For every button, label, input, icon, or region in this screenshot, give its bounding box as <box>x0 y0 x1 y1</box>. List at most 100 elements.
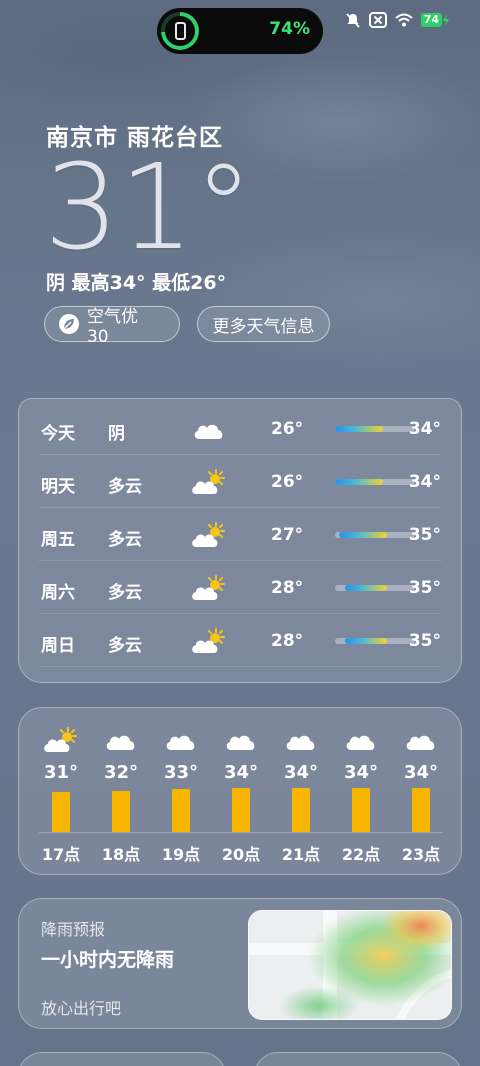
leaf-icon <box>59 314 79 334</box>
daily-row[interactable]: 周六 多云 28° 35° <box>39 561 441 614</box>
battery-charging-icon: 74 <box>420 13 450 27</box>
rain-forecast-card[interactable]: 降雨预报 一小时内无降雨 放心出行吧 <box>18 898 462 1029</box>
more-weather-button[interactable]: 更多天气信息 <box>197 306 330 342</box>
air-quality-chip[interactable]: 空气优 30 <box>44 306 180 347</box>
hourly-time: 20点 <box>221 845 261 864</box>
daily-forecast-card[interactable]: 今天阴 26° 34° 明天 多云 26° 34° 周五 多云 27° 35° 周六 多云 28° 35° 周… <box>18 398 462 683</box>
cloud-icon <box>286 735 315 750</box>
hourly-temp: 32° <box>103 762 139 783</box>
daily-high: 35° <box>408 631 441 651</box>
temp-range-fill <box>339 532 387 538</box>
hourly-time: 18点 <box>101 845 141 864</box>
temp-range-fill <box>344 585 387 591</box>
battery-status-pill[interactable]: 74% <box>157 8 323 54</box>
daily-condition: 多云 <box>108 583 142 603</box>
hourly-item[interactable]: 34° 21点 <box>271 708 331 876</box>
hourly-item[interactable]: 32° 18点 <box>91 708 151 876</box>
daily-day: 周六 <box>41 583 75 603</box>
close-box-icon <box>368 12 387 28</box>
cloud-icon <box>166 735 195 750</box>
wifi-icon <box>395 13 413 27</box>
battery-ring <box>161 12 199 50</box>
hourly-temp: 34° <box>283 762 319 783</box>
daily-day: 周日 <box>41 636 75 656</box>
cloud-icon <box>106 735 135 750</box>
condition-summary: 阴 最高34° 最低26° <box>46 272 227 294</box>
daily-day: 明天 <box>41 477 75 497</box>
hourly-forecast-card[interactable]: 31° 17点 32° 18点 33° 19点 34° 20点 34° 21点 34° 22点 34° 2… <box>18 707 462 875</box>
hourly-temp-bar <box>232 787 250 832</box>
hourly-temp-bar <box>172 789 190 832</box>
daily-high: 35° <box>408 525 441 545</box>
phone-icon <box>174 22 186 40</box>
cloud-icon <box>346 735 375 750</box>
hourly-temp-bar <box>412 787 430 832</box>
cloud-icon <box>226 735 255 750</box>
rain-headline: 一小时内无降雨 <box>41 949 175 971</box>
partly-cloudy-icon <box>192 575 225 600</box>
bottom-card-right[interactable] <box>254 1052 462 1066</box>
hourly-temp: 31° <box>43 762 79 783</box>
temp-range-bar <box>335 638 415 644</box>
partly-cloudy-icon <box>192 628 225 653</box>
temp-range-bar <box>335 426 415 432</box>
rain-subtitle: 放心出行吧 <box>41 999 122 1018</box>
daily-condition: 多云 <box>108 477 142 497</box>
daily-row[interactable]: 今天 阴 26° 34° <box>39 402 441 455</box>
hourly-time: 19点 <box>161 845 201 864</box>
daily-low: 26° <box>271 472 304 492</box>
temp-range-bar <box>335 585 415 591</box>
hourly-time: 23点 <box>401 845 441 864</box>
hourly-temp-bar <box>352 787 370 832</box>
daily-high: 34° <box>408 472 441 492</box>
current-temperature: 31° <box>44 138 254 276</box>
temp-range-bar <box>335 479 415 485</box>
bell-off-icon <box>346 13 360 28</box>
status-icons: 74 <box>345 12 450 28</box>
daily-low: 28° <box>271 631 304 651</box>
daily-row[interactable]: 明天 多云 26° 34° <box>39 455 441 508</box>
hourly-temp-bar <box>292 787 310 832</box>
temp-range-fill <box>335 479 383 485</box>
temp-range-fill <box>335 426 383 432</box>
daily-row[interactable]: 周五 多云 27° 35° <box>39 508 441 561</box>
hourly-time: 21点 <box>281 845 321 864</box>
bottom-card-left[interactable] <box>18 1052 226 1066</box>
daily-low: 28° <box>271 578 304 598</box>
battery-percent-text: 74% <box>269 19 310 39</box>
hourly-item[interactable]: 31° 17点 <box>31 708 91 876</box>
rain-radar-map[interactable] <box>248 910 452 1020</box>
hourly-time: 17点 <box>41 845 81 864</box>
air-quality-label: 空气优 30 <box>86 306 138 347</box>
daily-high: 35° <box>408 578 441 598</box>
daily-low: 26° <box>271 419 304 439</box>
hourly-temp: 34° <box>403 762 439 783</box>
temp-range-fill <box>344 638 387 644</box>
hourly-item[interactable]: 34° 20点 <box>211 708 271 876</box>
cloud-icon <box>406 735 435 750</box>
hourly-item[interactable]: 34° 23点 <box>391 708 451 876</box>
daily-condition: 多云 <box>108 636 142 656</box>
cloud-icon <box>194 424 223 439</box>
hourly-temp: 34° <box>343 762 379 783</box>
daily-day: 今天 <box>41 424 75 444</box>
hourly-item[interactable]: 33° 19点 <box>151 708 211 876</box>
partly-cloudy-icon <box>44 727 77 752</box>
partly-cloudy-icon <box>192 469 225 494</box>
partly-cloudy-icon <box>192 522 225 547</box>
hourly-temp-bar <box>52 792 70 832</box>
hourly-temp-bar <box>112 790 130 832</box>
daily-row[interactable]: 周日 多云 28° 35° <box>39 614 441 667</box>
hourly-temp: 34° <box>223 762 259 783</box>
temp-range-bar <box>335 532 415 538</box>
hourly-item[interactable]: 34° 22点 <box>331 708 391 876</box>
hourly-temp: 33° <box>163 762 199 783</box>
daily-day: 周五 <box>41 530 75 550</box>
daily-high: 34° <box>408 419 441 439</box>
daily-condition: 阴 <box>108 424 125 444</box>
more-weather-label: 更多天气信息 <box>212 316 315 337</box>
rain-title: 降雨预报 <box>41 920 106 939</box>
hourly-time: 22点 <box>341 845 381 864</box>
daily-condition: 多云 <box>108 530 142 550</box>
daily-low: 27° <box>271 525 304 545</box>
